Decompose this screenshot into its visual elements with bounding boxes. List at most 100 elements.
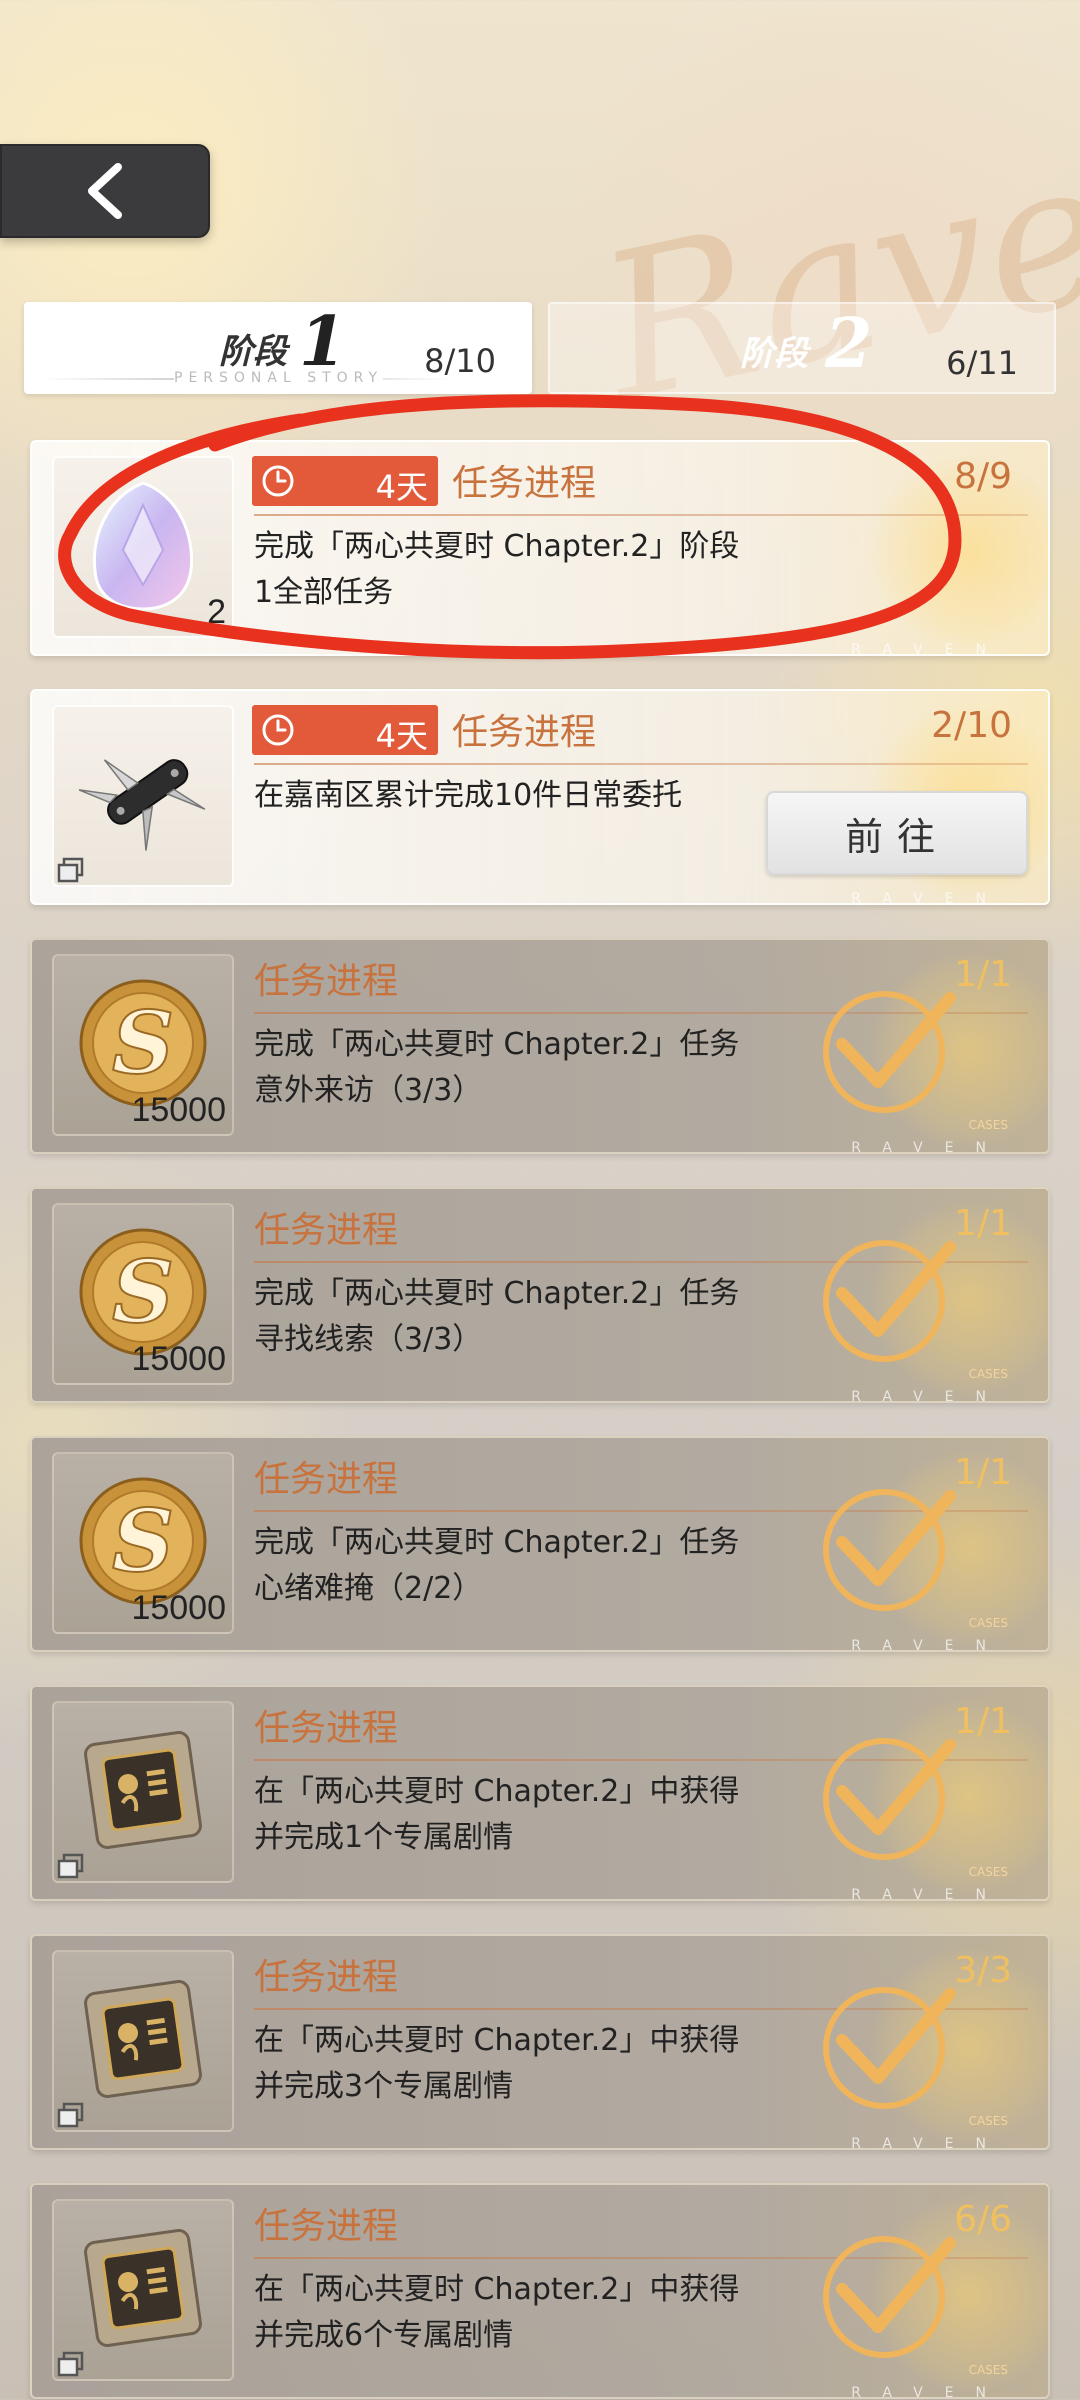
pocket-knife-icon bbox=[73, 724, 213, 868]
crystal-icon bbox=[83, 475, 203, 619]
task-card[interactable]: RAVEN CASES 任务进程 6/6 在「两心共夏时 Chapter.2」中获得 并完… bbox=[30, 2183, 1050, 2399]
svg-text:S: S bbox=[112, 1242, 174, 1343]
reward-icon-box[interactable]: S 15000 bbox=[52, 954, 234, 1136]
task-description: 在「两心共夏时 Chapter.2」中获得 并完成6个专属剧情 bbox=[254, 2267, 794, 2359]
cases-tag: CASES bbox=[968, 2114, 1008, 2128]
time-limit-badge: 4天 bbox=[252, 705, 438, 755]
task-description-line: 并完成6个专属剧情 bbox=[254, 2318, 514, 2353]
reward-count: 15000 bbox=[131, 1340, 226, 1378]
chevron-left-icon bbox=[88, 163, 122, 219]
task-description-line: 寻找线索（3/3） bbox=[254, 1322, 483, 1357]
tab-stage-1[interactable]: 阶段 1 8/10 PERSONAL STORY bbox=[24, 302, 532, 394]
task-progress: 1/1 bbox=[954, 1701, 1012, 1742]
task-card[interactable]: RAVEN CASES S 15000 任务进程 1/1 完成「两心共夏时 Chapter.… bbox=[30, 938, 1050, 1154]
divider bbox=[254, 763, 1028, 765]
reward-icon-box[interactable]: S 15000 bbox=[52, 1203, 234, 1385]
reward-icon-box[interactable] bbox=[52, 1701, 234, 1883]
cases-tag: CASES bbox=[968, 1865, 1008, 1879]
reward-count: 15000 bbox=[131, 1589, 226, 1627]
stage-progress: 6/11 bbox=[946, 344, 1018, 382]
stack-icon bbox=[56, 2102, 86, 2130]
task-title: 任务进程 bbox=[452, 463, 597, 504]
completed-check-icon bbox=[818, 2223, 958, 2363]
completed-check-icon bbox=[818, 1974, 958, 2114]
chip-card-icon bbox=[73, 1969, 213, 2113]
task-description-line: 完成「两心共夏时 Chapter.2」任务 bbox=[254, 1525, 740, 1560]
task-description: 完成「两心共夏时 Chapter.2」阶段 1全部任务 bbox=[254, 524, 794, 616]
task-progress: 1/1 bbox=[954, 954, 1012, 995]
days-remaining: 4天 bbox=[375, 717, 428, 755]
reward-count: 2 bbox=[207, 593, 226, 631]
reward-count: 15000 bbox=[131, 1091, 226, 1129]
card-footer-text: RAVEN bbox=[851, 642, 1008, 656]
task-title: 任务进程 bbox=[254, 961, 399, 1002]
completed-check-icon bbox=[818, 978, 958, 1118]
task-progress: 6/6 bbox=[954, 2199, 1012, 2240]
task-title: 任务进程 bbox=[254, 2206, 399, 2247]
task-description: 完成「两心共夏时 Chapter.2」任务 意外来访（3/3） bbox=[254, 1022, 794, 1114]
task-progress: 1/1 bbox=[954, 1203, 1012, 1244]
task-description-line: 意外来访（3/3） bbox=[254, 1073, 483, 1108]
task-description: 在「两心共夏时 Chapter.2」中获得 并完成3个专属剧情 bbox=[254, 2018, 794, 2110]
task-description-line: 在「两心共夏时 Chapter.2」中获得 bbox=[254, 2272, 740, 2307]
task-card[interactable]: RAVEN CASES 任务进程 3/3 在「两心共夏时 Chapter.2」中获得 并完… bbox=[30, 1934, 1050, 2150]
task-title: 任务进程 bbox=[254, 1210, 399, 1251]
task-title: 任务进程 bbox=[452, 712, 597, 753]
task-description: 在嘉南区累计完成10件日常委托 bbox=[254, 773, 794, 819]
task-description-line: 并完成3个专属剧情 bbox=[254, 2069, 514, 2104]
back-button[interactable] bbox=[0, 144, 210, 238]
reward-icon-box[interactable]: S 15000 bbox=[52, 1452, 234, 1634]
task-description: 完成「两心共夏时 Chapter.2」任务 寻找线索（3/3） bbox=[254, 1271, 794, 1363]
task-description-line: 完成「两心共夏时 Chapter.2」任务 bbox=[254, 1027, 740, 1062]
chip-card-icon bbox=[73, 2218, 213, 2362]
task-title: 任务进程 bbox=[254, 1957, 399, 1998]
stack-icon bbox=[56, 1853, 86, 1881]
svg-text:S: S bbox=[112, 993, 174, 1094]
task-progress: 8/9 bbox=[954, 456, 1012, 497]
task-progress: 1/1 bbox=[954, 1452, 1012, 1493]
task-card[interactable]: RAVEN CASES S 15000 任务进程 1/1 完成「两心共夏时 Chapter.… bbox=[30, 1436, 1050, 1652]
divider bbox=[254, 514, 1028, 516]
reward-icon-box[interactable] bbox=[52, 705, 234, 887]
task-description: 完成「两心共夏时 Chapter.2」任务 心绪难掩（2/2） bbox=[254, 1520, 794, 1612]
task-description-line: 在「两心共夏时 Chapter.2」中获得 bbox=[254, 1774, 740, 1809]
stage-subtitle: PERSONAL STORY bbox=[174, 370, 384, 386]
completed-check-icon bbox=[818, 1725, 958, 1865]
task-card[interactable]: RAVEN CASES S 15000 任务进程 1/1 完成「两心共夏时 Chapter.… bbox=[30, 1187, 1050, 1403]
stage-label: 阶段 bbox=[219, 332, 287, 372]
task-card[interactable]: RAVEN CASES 任务进程 1/1 在「两心共夏时 Chapter.2」中获得 并完… bbox=[30, 1685, 1050, 1901]
stack-icon bbox=[56, 857, 86, 885]
task-description-line: 完成「两心共夏时 Chapter.2」任务 bbox=[254, 1276, 740, 1311]
stage-number: 2 bbox=[825, 304, 873, 384]
card-footer-text: RAVEN bbox=[851, 1140, 1008, 1154]
svg-text:S: S bbox=[112, 1491, 174, 1592]
task-description-line: 心绪难掩（2/2） bbox=[254, 1571, 483, 1606]
reward-icon-box[interactable] bbox=[52, 2199, 234, 2381]
reward-icon-box[interactable] bbox=[52, 1950, 234, 2132]
task-card[interactable]: RAVEN 2 4天 任务进程 8/9 完成「两心共夏时 Chapter.2」阶段 1全部任… bbox=[30, 440, 1050, 656]
task-progress: 3/3 bbox=[954, 1950, 1012, 1991]
completed-check-icon bbox=[818, 1227, 958, 1367]
days-remaining: 4天 bbox=[375, 468, 428, 506]
card-footer-text: RAVEN bbox=[851, 1638, 1008, 1652]
card-footer-text: RAVEN bbox=[851, 2385, 1008, 2399]
stage-progress: 8/10 bbox=[424, 342, 496, 380]
task-description: 在「两心共夏时 Chapter.2」中获得 并完成1个专属剧情 bbox=[254, 1769, 794, 1861]
task-progress: 2/10 bbox=[931, 705, 1012, 746]
task-title: 任务进程 bbox=[254, 1708, 399, 1749]
task-description-line: 并完成1个专属剧情 bbox=[254, 1820, 514, 1855]
reward-icon-box[interactable]: 2 bbox=[52, 456, 234, 638]
stage-label: 阶段 bbox=[740, 334, 808, 374]
time-limit-badge: 4天 bbox=[252, 456, 438, 506]
task-description-line: 1全部任务 bbox=[254, 575, 394, 610]
task-description-line: 完成「两心共夏时 Chapter.2」阶段 bbox=[254, 529, 740, 564]
cases-tag: CASES bbox=[968, 1118, 1008, 1132]
tab-stage-2[interactable]: 阶段 2 6/11 bbox=[548, 302, 1056, 394]
card-footer-text: RAVEN bbox=[851, 891, 1008, 905]
stack-icon bbox=[56, 2351, 86, 2379]
task-card[interactable]: RAVEN 4天 任务进程 2/10 在嘉南区累计完成10件日常委托 前往 bbox=[30, 689, 1050, 905]
cases-tag: CASES bbox=[968, 2363, 1008, 2377]
goto-button[interactable]: 前往 bbox=[766, 791, 1028, 875]
cases-tag: CASES bbox=[968, 1367, 1008, 1381]
chip-card-icon bbox=[73, 1720, 213, 1864]
